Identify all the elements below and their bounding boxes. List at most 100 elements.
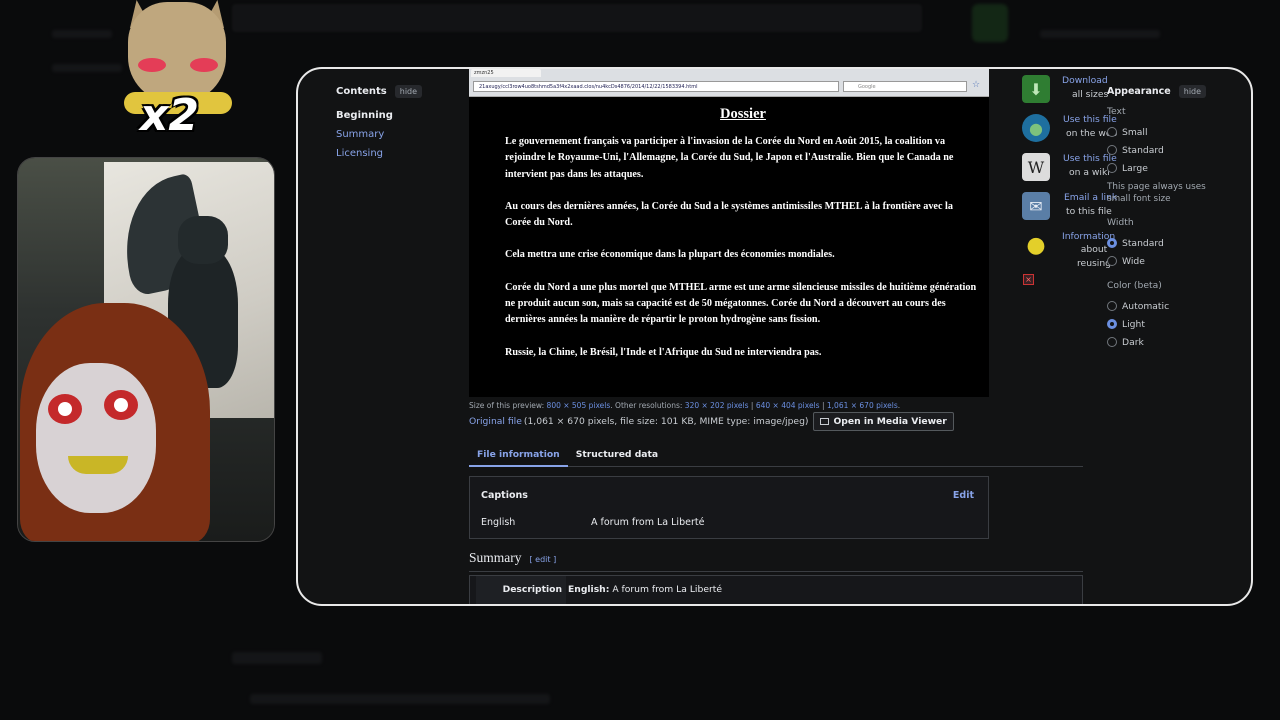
tool-email-sub: to this file (1066, 206, 1112, 217)
screenshot-url-bar: 21axugy/ccl3row4uo8tshmd5a3f4x2xaad.clos… (473, 81, 839, 92)
radio-button-selected[interactable] (1107, 238, 1117, 248)
description-text: A forum from La Liberté (612, 584, 723, 595)
appearance-title: Appearance (1107, 86, 1171, 97)
color-automatic[interactable]: Automatic (1107, 297, 1217, 315)
background-text (232, 652, 322, 664)
star-icon: ☆ (972, 80, 981, 90)
tool-download-label: Download (1062, 75, 1108, 86)
radio-button[interactable] (1107, 163, 1117, 173)
open-media-viewer-button[interactable]: Open in Media Viewer (812, 412, 954, 431)
preview-size-link[interactable]: 800 × 505 pixels (547, 401, 611, 410)
cat-head (178, 216, 228, 264)
description-value: English: A forum from La Liberté (568, 584, 722, 595)
radio-label: Large (1122, 162, 1148, 174)
caption-text: A forum from La Liberté (591, 517, 705, 528)
text-size-small[interactable]: Small (1107, 123, 1217, 141)
appearance-panel: Appearance hide Text Small Standard Larg… (1107, 85, 1217, 351)
description-language: English: (568, 584, 610, 595)
caption-language: English (481, 517, 516, 528)
summary-heading: Summary [ edit ] (469, 550, 1083, 572)
sticker-cat-head (128, 2, 226, 102)
file-page-panel: Contents hide Beginning Summary Licensin… (296, 67, 1253, 606)
original-file-row: Original file (1,061 × 670 pixels, file … (469, 412, 954, 431)
screenshot-browser-tab: zmzn25 (471, 69, 541, 77)
radio-label: Small (1122, 126, 1148, 138)
original-file-link[interactable]: Original file (469, 416, 522, 427)
separator: | (821, 401, 825, 410)
cat-sticker: x2 (122, 0, 234, 152)
sticker-eye (190, 58, 218, 72)
mask-eye (104, 390, 138, 420)
tool-download-sub: all sizes (1072, 89, 1109, 100)
background-text (250, 694, 550, 704)
radio-label: Light (1122, 318, 1145, 330)
radio-label: Dark (1122, 336, 1144, 348)
radio-button[interactable] (1107, 301, 1117, 311)
document-content: Dossier Le gouvernement français va part… (469, 97, 989, 361)
summary-edit-link[interactable]: [ edit ] (530, 555, 557, 564)
radio-label: Wide (1122, 255, 1145, 267)
width-label: Width (1107, 217, 1134, 228)
tab-structured-data[interactable]: Structured data (568, 447, 666, 467)
lightbulb-icon: ● (1026, 232, 1046, 258)
description-table: Description English: A forum from La Lib… (469, 575, 1083, 604)
table-of-contents: Contents hide Beginning Summary Licensin… (336, 85, 456, 167)
mask-eye (48, 394, 82, 424)
radio-button[interactable] (1107, 145, 1117, 155)
description-label: Description (476, 576, 566, 604)
background-text (52, 30, 112, 38)
file-tabs: File information Structured data (469, 447, 1083, 467)
toc-item-beginning[interactable]: Beginning (336, 110, 456, 121)
original-file-info: (1,061 × 670 pixels, file size: 101 KB, … (523, 416, 809, 427)
text-size-standard[interactable]: Standard (1107, 141, 1217, 159)
width-standard[interactable]: Standard (1107, 234, 1217, 252)
toc-item-summary[interactable]: Summary (336, 129, 456, 140)
radio-button[interactable] (1107, 256, 1117, 266)
screen: Contents hide Beginning Summary Licensin… (0, 0, 1280, 720)
screenshot-browser-chrome: zmzn25 21axugy/ccl3row4uo8tshmd5a3f4x2xa… (469, 69, 989, 97)
radio-button[interactable] (1107, 127, 1117, 137)
image-icon (819, 418, 829, 425)
captions-edit-button[interactable]: Edit (953, 490, 974, 501)
email-icon: ✉ (1022, 192, 1050, 220)
background-search-bar (232, 4, 922, 32)
color-dark[interactable]: Dark (1107, 333, 1217, 351)
color-label: Color (beta) (1107, 280, 1162, 291)
separator: | (750, 401, 754, 410)
document-paragraph: Cela mettra une crise économique dans la… (505, 249, 835, 261)
webcam-overlay (17, 157, 275, 542)
toc-item-licensing[interactable]: Licensing (336, 148, 456, 159)
mask-mouth (68, 456, 128, 474)
document-title: Dossier (720, 106, 766, 122)
document-paragraph: Russie, la Chine, le Brésil, l'Inde et l… (505, 346, 822, 358)
appearance-hide-button[interactable]: hide (1178, 85, 1207, 98)
captions-box: Captions Edit English A forum from La Li… (469, 476, 989, 539)
globe-icon: ● (1022, 114, 1050, 142)
download-icon: ⬇ (1022, 75, 1050, 103)
radio-button-selected[interactable] (1107, 319, 1117, 329)
resolution-link-1061[interactable]: 1,061 × 670 pixels (827, 401, 898, 410)
radio-button[interactable] (1107, 337, 1117, 347)
width-wide[interactable]: Wide (1107, 252, 1217, 270)
radio-label: Automatic (1122, 300, 1170, 312)
open-media-viewer-label: Open in Media Viewer (833, 416, 947, 427)
text-size-large[interactable]: Large (1107, 159, 1217, 177)
streamer-mask (36, 363, 156, 513)
tab-file-information[interactable]: File information (469, 447, 568, 467)
toc-hide-button[interactable]: hide (394, 85, 423, 98)
text-size-label: Text (1107, 106, 1126, 117)
screenshot-search-box: Google (843, 81, 967, 92)
color-light[interactable]: Light (1107, 315, 1217, 333)
background-text (1040, 30, 1160, 38)
tool-use-wiki-sub: on a wiki (1069, 167, 1110, 178)
resolution-link-640[interactable]: 640 × 404 pixels (756, 401, 820, 410)
font-size-note: This page always uses small font size (1107, 182, 1206, 204)
radio-label: Standard (1122, 237, 1164, 249)
preview-size-prefix: Size of this preview: (469, 401, 545, 410)
radio-label: Standard (1122, 144, 1164, 156)
resolution-link-320[interactable]: 320 × 202 pixels (685, 401, 749, 410)
captions-title: Captions (481, 490, 528, 501)
file-preview-image[interactable]: zmzn25 21axugy/ccl3row4uo8tshmd5a3f4x2xa… (469, 69, 989, 397)
document-paragraph: Au cours des dernières années, la Corée … (505, 200, 953, 229)
background-text (52, 64, 122, 72)
